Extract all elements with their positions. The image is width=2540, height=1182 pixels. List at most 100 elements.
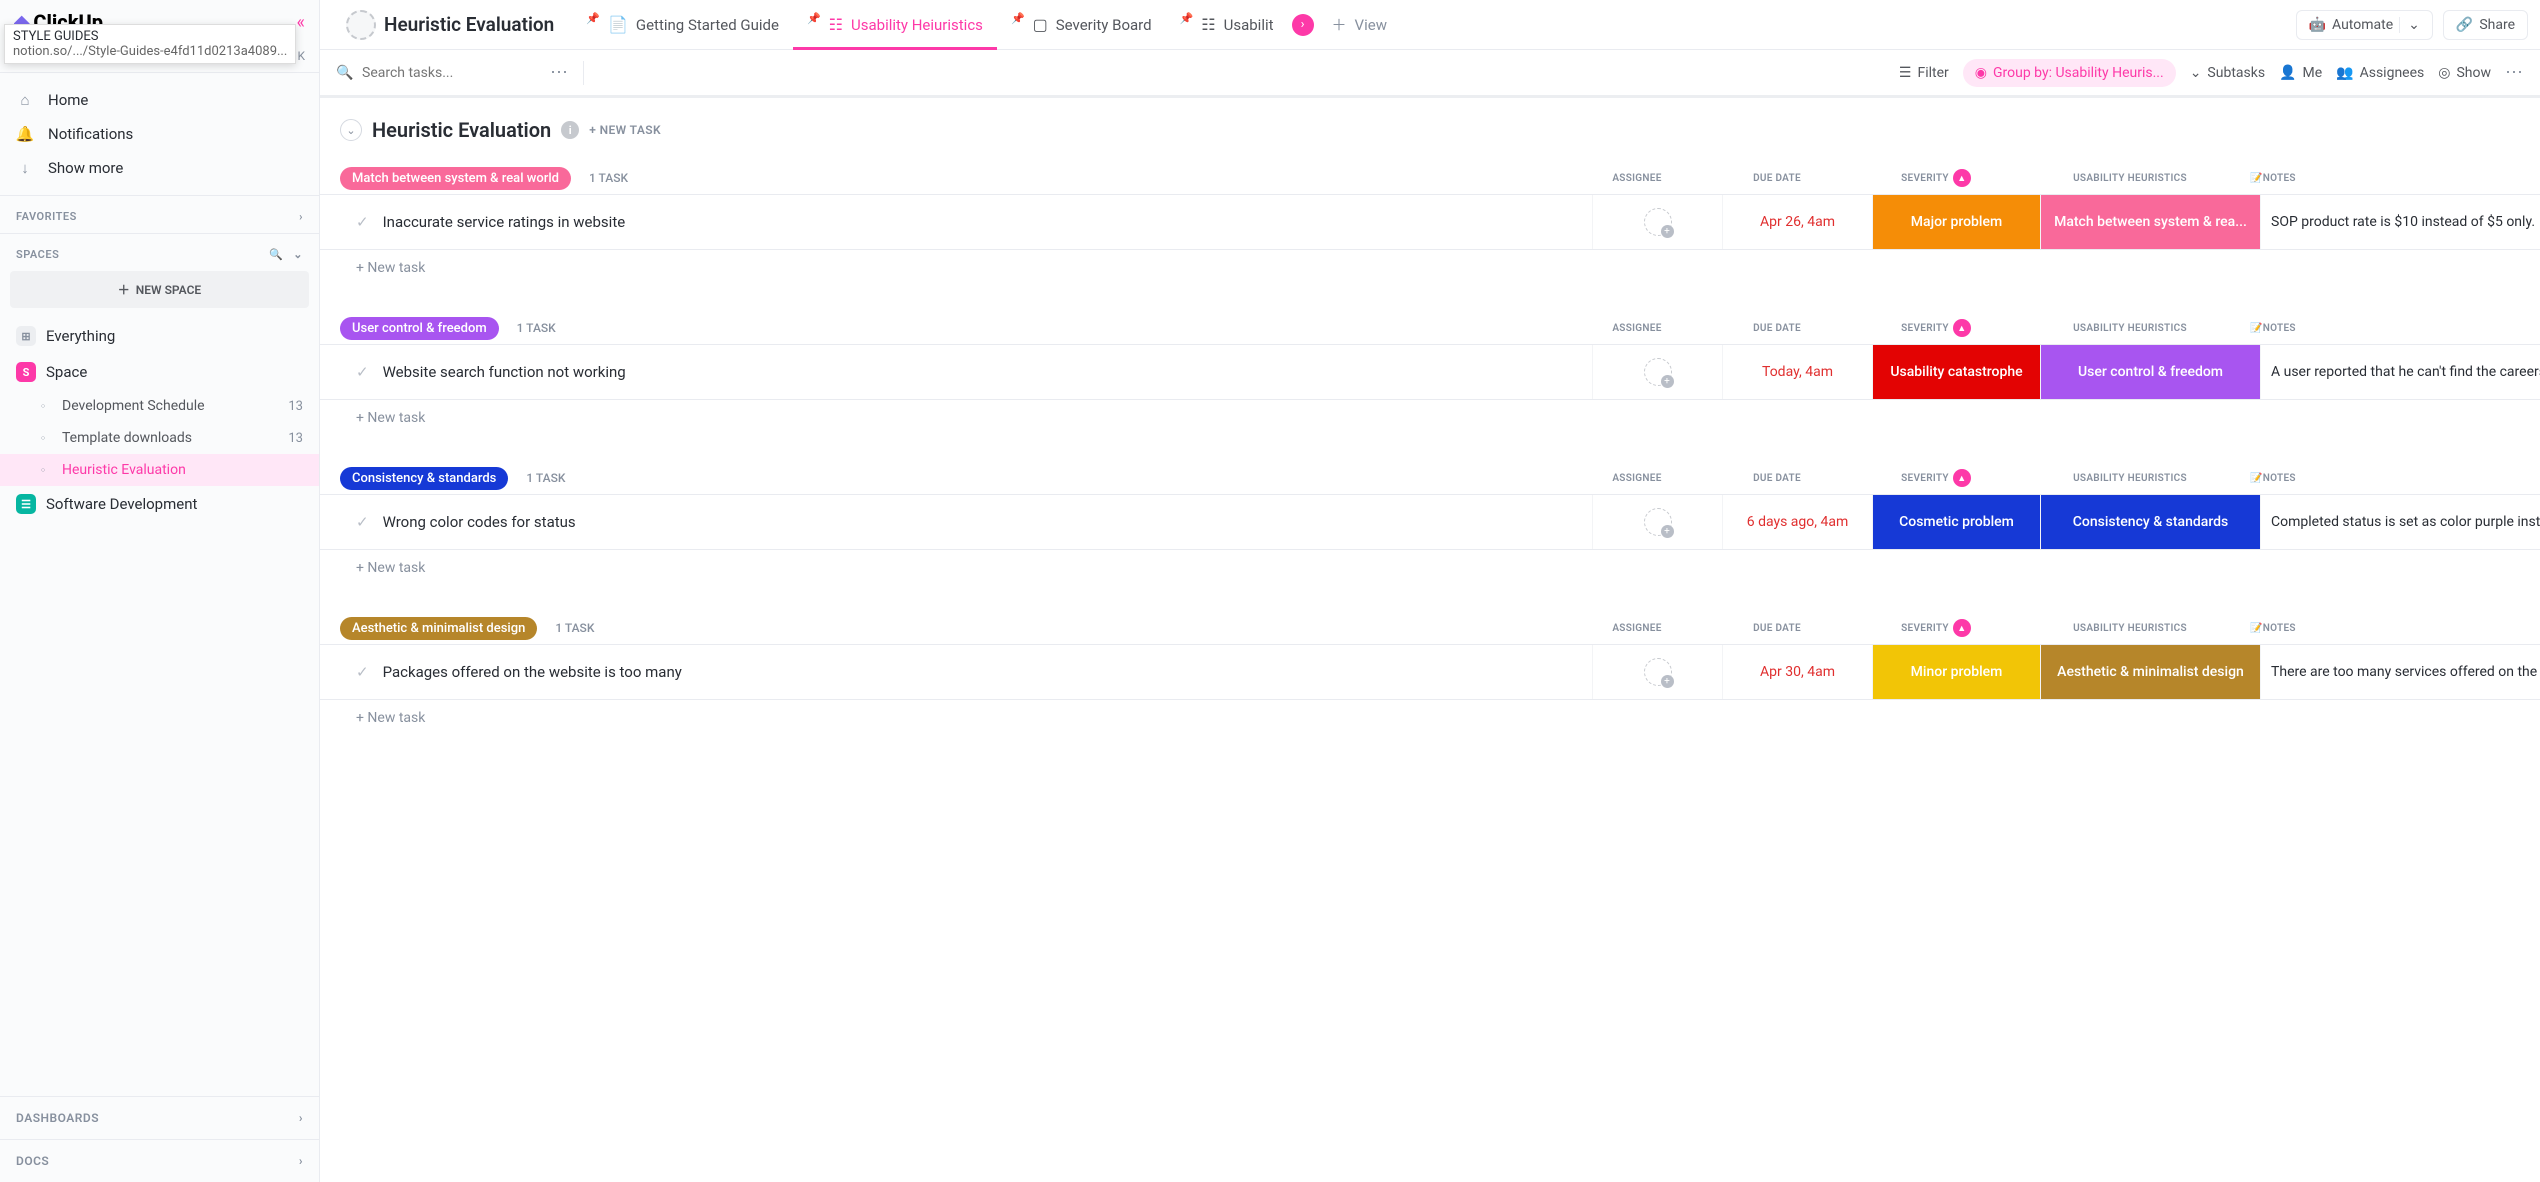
sidebar-space[interactable]: S Space (0, 354, 319, 390)
due-cell[interactable]: 6 days ago, 4am (1722, 495, 1872, 549)
search-more-icon[interactable]: ⋯ (550, 62, 569, 83)
share-button[interactable]: 🔗Share (2443, 10, 2528, 40)
severity-cell[interactable]: Usability catastrophe (1872, 345, 2040, 399)
sidebar-software-dev[interactable]: ☰ Software Development (0, 486, 319, 522)
col-notes[interactable]: 📝NOTES (2240, 469, 2520, 487)
new-task-button[interactable]: + New task (320, 400, 2540, 436)
severity-cell[interactable]: Minor problem (1872, 645, 2040, 699)
group-by-button[interactable]: ◉Group by: Usability Heuris... (1963, 59, 2176, 87)
status-check-icon[interactable]: ✓ (356, 663, 369, 681)
sidebar-list-item[interactable]: ○Development Schedule13 (0, 390, 319, 422)
task-name[interactable]: Packages offered on the website is too m… (383, 663, 682, 681)
add-assignee-icon[interactable] (1644, 508, 1672, 536)
due-cell[interactable]: Today, 4am (1722, 345, 1872, 399)
new-task-button[interactable]: + New task (320, 700, 2540, 736)
filter-button[interactable]: ☰Filter (1899, 65, 1949, 81)
notes-cell[interactable]: There are too many services offered on t… (2260, 645, 2540, 699)
view-tab[interactable]: 📌📄Getting Started Guide (572, 0, 793, 49)
col-heuristics[interactable]: USABILITY HEURISTICS (2020, 619, 2240, 637)
status-check-icon[interactable]: ✓ (356, 513, 369, 531)
group-header[interactable]: Aesthetic & minimalist design 1 TASK ASS… (320, 612, 2540, 644)
task-row[interactable]: ✓ Inaccurate service ratings in website … (320, 194, 2540, 250)
severity-cell[interactable]: Major problem (1872, 195, 2040, 249)
sidebar-nav-show-more[interactable]: ↓Show more (0, 151, 319, 185)
sidebar-collapse-icon[interactable]: « (297, 12, 305, 33)
sidebar-dashboards[interactable]: DASHBOARDS› (0, 1096, 319, 1139)
chevron-down-icon[interactable]: ⌄ (2399, 17, 2420, 33)
col-heuristics[interactable]: USABILITY HEURISTICS (2020, 469, 2240, 487)
favorites-header[interactable]: FAVORITES› (16, 210, 303, 223)
list-title-tab[interactable]: Heuristic Evaluation (332, 0, 568, 49)
col-due[interactable]: DUE DATE (1702, 169, 1852, 187)
tabs-next-button[interactable]: › (1292, 14, 1314, 36)
col-severity[interactable]: SEVERITY▲ (1852, 169, 2020, 187)
subtasks-button[interactable]: ⌄Subtasks (2190, 65, 2265, 81)
task-row[interactable]: ✓ Wrong color codes for status 6 days ag… (320, 494, 2540, 550)
notes-cell[interactable]: A user reported that he can't find the c… (2260, 345, 2540, 399)
assignee-cell[interactable] (1592, 195, 1722, 249)
assignee-cell[interactable] (1592, 495, 1722, 549)
add-view-button[interactable]: ＋View (1318, 0, 1401, 49)
view-tab[interactable]: 📌☷Usabilit (1166, 0, 1288, 49)
status-check-icon[interactable]: ✓ (356, 213, 369, 231)
notes-cell[interactable]: SOP product rate is $10 instead of $5 on… (2260, 195, 2540, 249)
view-tab[interactable]: 📌☷Usability Heiuristics (793, 0, 997, 49)
severity-cell[interactable]: Cosmetic problem (1872, 495, 2040, 549)
info-icon[interactable]: i (561, 121, 579, 139)
assignees-button[interactable]: 👥Assignees (2336, 65, 2424, 81)
col-assignee[interactable]: ASSIGNEE (1572, 619, 1702, 637)
task-row[interactable]: ✓ Website search function not working To… (320, 344, 2540, 400)
col-notes[interactable]: 📝NOTES (2240, 619, 2520, 637)
col-due[interactable]: DUE DATE (1702, 469, 1852, 487)
sidebar-nav-notifications[interactable]: 🔔Notifications (0, 117, 319, 151)
sidebar-list-item[interactable]: ○Heuristic Evaluation (0, 454, 319, 486)
view-tab[interactable]: 📌▢Severity Board (997, 0, 1166, 49)
me-button[interactable]: 👤Me (2279, 65, 2322, 81)
task-name[interactable]: Inaccurate service ratings in website (383, 213, 626, 231)
automate-button[interactable]: 🤖 Automate ⌄ (2296, 10, 2433, 40)
col-severity[interactable]: SEVERITY▲ (1852, 619, 2020, 637)
task-search-input[interactable] (362, 65, 502, 81)
add-assignee-icon[interactable] (1644, 358, 1672, 386)
sidebar-docs[interactable]: DOCS› (0, 1139, 319, 1182)
group-header[interactable]: User control & freedom 1 TASK ASSIGNEE D… (320, 312, 2540, 344)
new-task-header-button[interactable]: + NEW TASK (589, 123, 661, 137)
col-due[interactable]: DUE DATE (1702, 319, 1852, 337)
heuristic-cell[interactable]: Aesthetic & minimalist design (2040, 645, 2260, 699)
spaces-header[interactable]: SPACES 🔍 ⌄ (16, 248, 303, 261)
sidebar-list-item[interactable]: ○Template downloads13 (0, 422, 319, 454)
add-assignee-icon[interactable] (1644, 658, 1672, 686)
col-notes[interactable]: 📝NOTES (2240, 169, 2520, 187)
new-task-button[interactable]: + New task (320, 550, 2540, 586)
col-assignee[interactable]: ASSIGNEE (1572, 469, 1702, 487)
assignee-cell[interactable] (1592, 345, 1722, 399)
new-task-button[interactable]: + New task (320, 250, 2540, 286)
sidebar-nav-home[interactable]: ⌂Home (0, 83, 319, 117)
due-cell[interactable]: Apr 30, 4am (1722, 645, 1872, 699)
heuristic-cell[interactable]: Match between system & rea... (2040, 195, 2260, 249)
col-notes[interactable]: 📝NOTES (2240, 319, 2520, 337)
chevron-down-icon[interactable]: ⌄ (293, 248, 303, 261)
task-name[interactable]: Website search function not working (383, 363, 626, 381)
group-header[interactable]: Match between system & real world 1 TASK… (320, 162, 2540, 194)
sidebar-everything[interactable]: ⊞ Everything (0, 318, 319, 354)
toolbar-more-icon[interactable]: ⋯ (2505, 62, 2524, 83)
col-heuristics[interactable]: USABILITY HEURISTICS (2020, 169, 2240, 187)
collapse-list-icon[interactable]: ⌄ (340, 119, 362, 141)
due-cell[interactable]: Apr 26, 4am (1722, 195, 1872, 249)
group-header[interactable]: Consistency & standards 1 TASK ASSIGNEE … (320, 462, 2540, 494)
col-assignee[interactable]: ASSIGNEE (1572, 169, 1702, 187)
notes-cell[interactable]: Completed status is set as color purple … (2260, 495, 2540, 549)
show-button[interactable]: ◎Show (2438, 65, 2491, 81)
col-due[interactable]: DUE DATE (1702, 619, 1852, 637)
task-row[interactable]: ✓ Packages offered on the website is too… (320, 644, 2540, 700)
col-severity[interactable]: SEVERITY▲ (1852, 319, 2020, 337)
status-check-icon[interactable]: ✓ (356, 363, 369, 381)
spaces-search-icon[interactable]: 🔍 (269, 248, 283, 261)
col-severity[interactable]: SEVERITY▲ (1852, 469, 2020, 487)
heuristic-cell[interactable]: Consistency & standards (2040, 495, 2260, 549)
task-name[interactable]: Wrong color codes for status (383, 513, 576, 531)
assignee-cell[interactable] (1592, 645, 1722, 699)
add-assignee-icon[interactable] (1644, 208, 1672, 236)
col-assignee[interactable]: ASSIGNEE (1572, 319, 1702, 337)
